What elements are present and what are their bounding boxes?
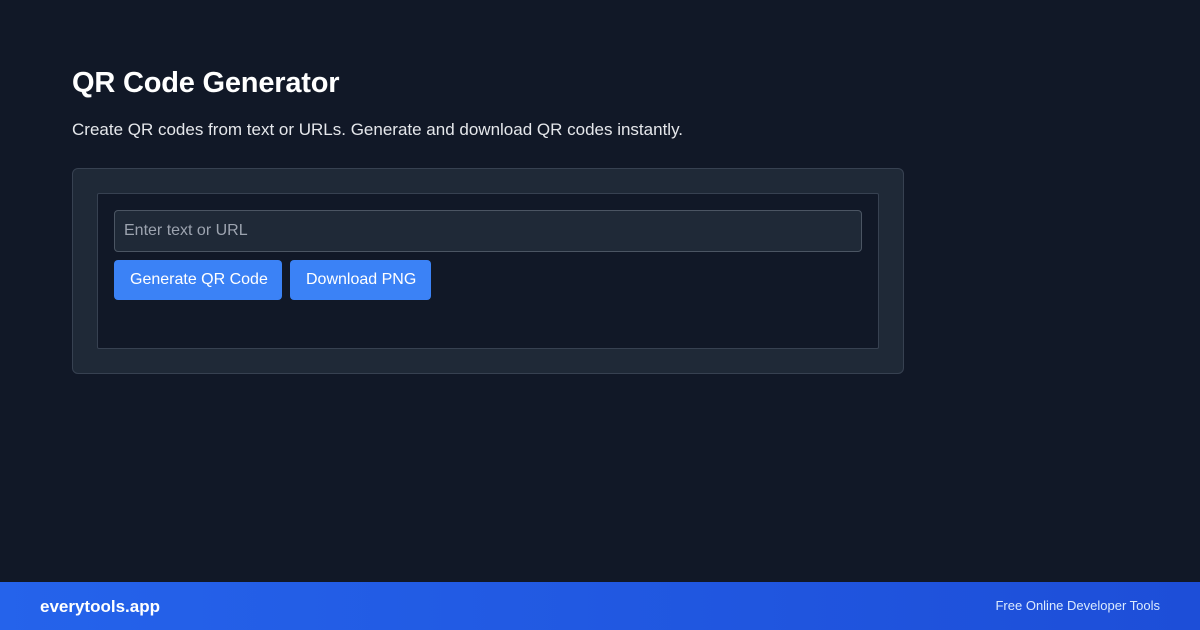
tool-card: Generate QR Code Download PNG [72,168,904,374]
page: QR Code Generator Create QR codes from t… [0,0,1200,630]
download-png-button[interactable]: Download PNG [290,260,431,300]
footer-bar: everytools.app Free Online Developer Too… [0,582,1200,630]
qr-form-panel: Generate QR Code Download PNG [97,193,879,349]
footer-brand: everytools.app [40,597,160,616]
page-title: QR Code Generator [72,67,340,99]
generate-qr-button[interactable]: Generate QR Code [114,260,282,300]
page-subtitle: Create QR codes from text or URLs. Gener… [72,120,684,139]
footer-tagline: Free Online Developer Tools [995,598,1160,613]
text-or-url-input[interactable] [114,210,862,252]
